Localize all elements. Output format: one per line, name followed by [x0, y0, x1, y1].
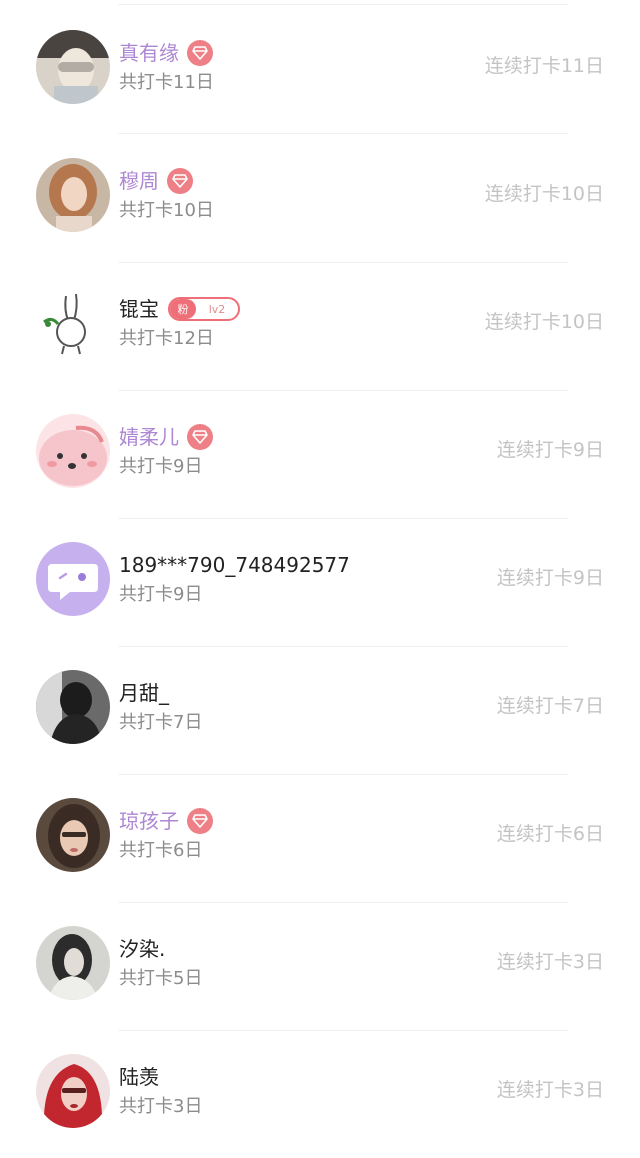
- vip-diamond-icon: [187, 808, 213, 834]
- avatar-photo-icon: [36, 30, 110, 104]
- avatar[interactable]: [36, 30, 110, 104]
- avatar-photo-icon: [36, 1054, 110, 1128]
- user-name[interactable]: 穆周: [119, 167, 159, 195]
- avatar-photo-icon: [36, 926, 110, 1000]
- chat-bubble-icon: [36, 542, 110, 616]
- list-item[interactable]: 月甜_ 共打卡7日 连续打卡7日: [0, 646, 640, 774]
- total-checkin-count: 共打卡10日: [119, 200, 214, 221]
- list-item[interactable]: 锟宝 粉 lv2 共打卡12日 连续打卡10日: [0, 262, 640, 390]
- vip-diamond-icon: [167, 168, 193, 194]
- avatar-photo-icon: [36, 798, 110, 872]
- vip-diamond-icon: [187, 40, 213, 66]
- list-item[interactable]: 189***790_748492577 共打卡9日 连续打卡9日: [0, 518, 640, 646]
- streak-checkin-count: 连续打卡9日: [496, 439, 604, 461]
- list-item[interactable]: 真有缘 共打卡11日 连续打卡11日: [0, 6, 640, 134]
- total-checkin-count: 共打卡7日: [119, 712, 203, 733]
- divider: [118, 4, 568, 5]
- user-name[interactable]: 陆羡: [119, 1063, 159, 1091]
- avatar[interactable]: [36, 414, 110, 488]
- user-name[interactable]: 琼孩子: [119, 807, 179, 835]
- pink-cartoon-icon: [36, 414, 110, 488]
- avatar[interactable]: [36, 286, 110, 360]
- fan-level-badge: 粉 lv2: [168, 297, 240, 321]
- streak-checkin-count: 连续打卡3日: [496, 1079, 604, 1101]
- avatar[interactable]: [36, 1054, 110, 1128]
- list-item[interactable]: 穆周 共打卡10日 连续打卡10日: [0, 134, 640, 262]
- streak-checkin-count: 连续打卡10日: [484, 183, 604, 205]
- avatar[interactable]: [36, 798, 110, 872]
- list-item[interactable]: 陆羡 共打卡3日 连续打卡3日: [0, 1030, 640, 1158]
- avatar-photo-icon: [36, 670, 110, 744]
- streak-checkin-count: 连续打卡9日: [496, 567, 604, 589]
- vip-diamond-icon: [187, 424, 213, 450]
- avatar[interactable]: [36, 542, 110, 616]
- user-name[interactable]: 真有缘: [119, 39, 179, 67]
- streak-checkin-count: 连续打卡7日: [496, 695, 604, 717]
- total-checkin-count: 共打卡6日: [119, 840, 203, 861]
- user-name[interactable]: 月甜_: [119, 679, 169, 707]
- streak-checkin-count: 连续打卡11日: [484, 55, 604, 77]
- total-checkin-count: 共打卡3日: [119, 1096, 203, 1117]
- avatar[interactable]: [36, 158, 110, 232]
- total-checkin-count: 共打卡11日: [119, 72, 214, 93]
- rabbit-drawing-icon: [36, 286, 110, 360]
- list-item[interactable]: 婧柔儿 共打卡9日 连续打卡9日: [0, 390, 640, 518]
- fan-badge-level: lv2: [208, 302, 226, 316]
- total-checkin-count: 共打卡9日: [119, 456, 203, 477]
- streak-checkin-count: 连续打卡3日: [496, 951, 604, 973]
- avatar[interactable]: [36, 670, 110, 744]
- user-name[interactable]: 锟宝: [119, 295, 159, 323]
- streak-checkin-count: 连续打卡6日: [496, 823, 604, 845]
- user-name[interactable]: 婧柔儿: [119, 423, 179, 451]
- user-name[interactable]: 汐染.: [119, 935, 165, 963]
- streak-checkin-count: 连续打卡10日: [484, 311, 604, 333]
- avatar[interactable]: [36, 926, 110, 1000]
- avatar-photo-icon: [36, 158, 110, 232]
- fan-badge-label: 粉: [170, 299, 196, 319]
- total-checkin-count: 共打卡5日: [119, 968, 203, 989]
- list-item[interactable]: 琼孩子 共打卡6日 连续打卡6日: [0, 774, 640, 902]
- list-item[interactable]: 汐染. 共打卡5日 连续打卡3日: [0, 902, 640, 1030]
- total-checkin-count: 共打卡9日: [119, 584, 203, 605]
- total-checkin-count: 共打卡12日: [119, 328, 214, 349]
- user-name[interactable]: 189***790_748492577: [119, 551, 350, 579]
